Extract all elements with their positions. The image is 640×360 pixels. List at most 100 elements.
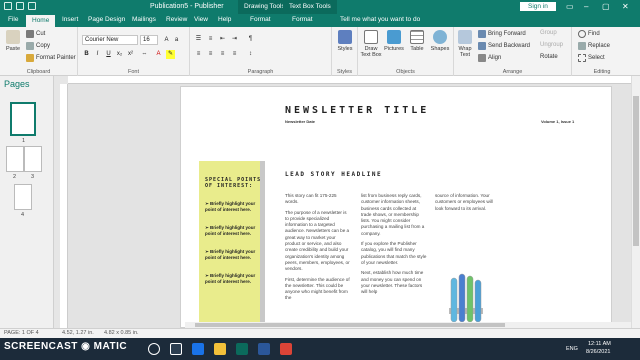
tab-help[interactable]: Help: [218, 16, 231, 23]
shapes-button[interactable]: Shapes: [429, 30, 451, 52]
ungroup-button[interactable]: Ungroup: [540, 42, 563, 48]
text-box-tools-context: Text Box Tools: [283, 0, 337, 14]
grow-font-icon[interactable]: A: [162, 36, 171, 45]
title-bar: Publication5 - Publisher Drawing Tools T…: [0, 0, 640, 14]
table-button[interactable]: Table: [406, 30, 428, 52]
points-of-interest-sidebar[interactable]: SPECIAL POINTS OF INTEREST: ➢ Briefly hi…: [199, 161, 265, 328]
chrome-icon[interactable]: [280, 343, 292, 355]
document-canvas[interactable]: NEWSLETTER TITLE Newsletter Date Volume …: [68, 84, 631, 328]
vertical-scrollbar[interactable]: [631, 76, 640, 328]
wrap-text-button[interactable]: Wrap Text: [454, 30, 476, 58]
sign-in-button[interactable]: Sign in: [520, 2, 556, 11]
increase-indent-icon[interactable]: ⇥: [230, 35, 239, 44]
edge-browser-icon[interactable]: [192, 343, 204, 355]
horizontal-scroll-thumb[interactable]: [195, 323, 505, 327]
bold-button[interactable]: B: [82, 50, 91, 59]
story-column-2[interactable]: list from business reply cards, customer…: [361, 193, 427, 299]
word-icon[interactable]: [258, 343, 270, 355]
page-thumbnail-3[interactable]: [24, 146, 42, 172]
underline-button[interactable]: U: [104, 50, 113, 59]
font-color-icon[interactable]: A: [154, 50, 163, 59]
justify-icon[interactable]: ≡: [230, 50, 239, 59]
task-view-icon[interactable]: [170, 343, 182, 355]
tab-review[interactable]: Review: [166, 16, 187, 23]
decrease-indent-icon[interactable]: ⇤: [218, 35, 227, 44]
character-spacing-icon[interactable]: ⇔: [140, 50, 149, 59]
newsletter-page[interactable]: NEWSLETTER TITLE Newsletter Date Volume …: [180, 86, 612, 328]
bullets-icon[interactable]: ☰: [194, 35, 203, 44]
align-center-icon[interactable]: ≡: [206, 50, 215, 59]
font-family-select[interactable]: Courier New: [82, 35, 138, 45]
ribbon-tabs: File Home Insert Page Design Mailings Re…: [0, 14, 640, 27]
tab-mailings[interactable]: Mailings: [132, 16, 156, 23]
replace-button[interactable]: Replace: [578, 42, 610, 50]
find-button[interactable]: Find: [578, 30, 600, 38]
test-tubes-image[interactable]: [447, 270, 485, 328]
save-icon[interactable]: [4, 2, 12, 10]
tab-home[interactable]: Home: [26, 15, 56, 27]
send-backward-button[interactable]: Send Backward: [478, 42, 530, 50]
line-spacing-icon[interactable]: ↕: [246, 50, 255, 59]
subscript-icon[interactable]: x₂: [115, 50, 124, 59]
rotate-button[interactable]: Rotate: [540, 54, 558, 60]
align-left-icon[interactable]: ≡: [194, 50, 203, 59]
paste-button[interactable]: Paste: [2, 30, 24, 52]
close-button[interactable]: ✕: [622, 2, 629, 11]
page-thumbnail-2[interactable]: [6, 146, 24, 172]
tab-drawing-format[interactable]: Format: [250, 16, 271, 23]
numbering-icon[interactable]: ≡: [206, 35, 215, 44]
group-button[interactable]: Group: [540, 30, 557, 36]
minimize-button[interactable]: –: [584, 2, 588, 11]
picture-icon: [387, 30, 401, 44]
draw-text-box-button[interactable]: Draw Text Box: [360, 30, 382, 58]
clipboard-group: Paste Cut Copy Format Painter Clipboard: [0, 27, 78, 76]
horizontal-ruler[interactable]: [68, 76, 631, 84]
paragraph-mark-icon[interactable]: ¶: [246, 35, 255, 44]
status-bar: PAGE: 1 OF 4 4.52, 1.27 in. 4.82 x 0.85 …: [0, 328, 640, 338]
vertical-scroll-thumb[interactable]: [633, 96, 639, 246]
shrink-font-icon[interactable]: a: [172, 36, 181, 45]
clock-time[interactable]: 12:11 AM: [588, 341, 611, 347]
paste-icon: [6, 30, 20, 44]
select-button[interactable]: Select: [578, 54, 605, 62]
clock-date[interactable]: 8/26/2021: [586, 349, 610, 355]
tab-textbox-format[interactable]: Format: [292, 16, 313, 23]
tell-me-box[interactable]: Tell me what you want to do: [340, 16, 420, 23]
align-button[interactable]: Align: [478, 54, 501, 62]
pictures-button[interactable]: Pictures: [383, 30, 405, 52]
bring-forward-button[interactable]: Bring Forward: [478, 30, 526, 38]
lead-story-headline[interactable]: LEAD STORY HEADLINE: [285, 171, 382, 178]
undo-icon[interactable]: [16, 2, 24, 10]
redo-icon[interactable]: [28, 2, 36, 10]
font-size-select[interactable]: 16: [140, 35, 158, 45]
tab-file[interactable]: File: [8, 16, 18, 23]
scissors-icon: [26, 30, 34, 38]
copy-button[interactable]: Copy: [26, 42, 50, 50]
file-explorer-icon[interactable]: [214, 343, 226, 355]
superscript-icon[interactable]: x²: [126, 50, 135, 59]
vertical-ruler[interactable]: [60, 84, 68, 328]
story-column-3[interactable]: source of information. Your customers or…: [435, 193, 501, 216]
paragraph-group: ☰ ≡ ⇤ ⇥ ¶ ≡ ≡ ≡ ≡ ↕ Paragraph: [190, 27, 332, 76]
highlight-icon[interactable]: ✎: [166, 50, 175, 59]
newsletter-date[interactable]: Newsletter Date: [285, 119, 315, 124]
newsletter-title[interactable]: NEWSLETTER TITLE: [285, 105, 429, 116]
page-indicator[interactable]: PAGE: 1 OF 4: [4, 330, 39, 336]
page-thumbnail-4[interactable]: [14, 184, 32, 210]
format-painter-button[interactable]: Format Painter: [26, 54, 76, 62]
language-indicator[interactable]: ENG: [566, 346, 578, 352]
publisher-icon[interactable]: [236, 343, 248, 355]
story-column-1[interactable]: This story can fit 175-225 words. The pu…: [285, 193, 351, 306]
italic-button[interactable]: I: [93, 50, 102, 59]
search-icon[interactable]: [148, 343, 160, 355]
tab-page-design[interactable]: Page Design: [88, 16, 125, 23]
restore-button[interactable]: ▢: [602, 2, 610, 11]
tab-view[interactable]: View: [194, 16, 208, 23]
tab-insert[interactable]: Insert: [62, 16, 78, 23]
ribbon-display-icon[interactable]: ▭: [566, 2, 574, 11]
volume-issue[interactable]: Volume 1, Issue 1: [541, 119, 574, 124]
cut-button[interactable]: Cut: [26, 30, 45, 38]
styles-button[interactable]: Styles: [334, 30, 356, 52]
page-thumbnail-1[interactable]: [10, 102, 36, 136]
align-right-icon[interactable]: ≡: [218, 50, 227, 59]
